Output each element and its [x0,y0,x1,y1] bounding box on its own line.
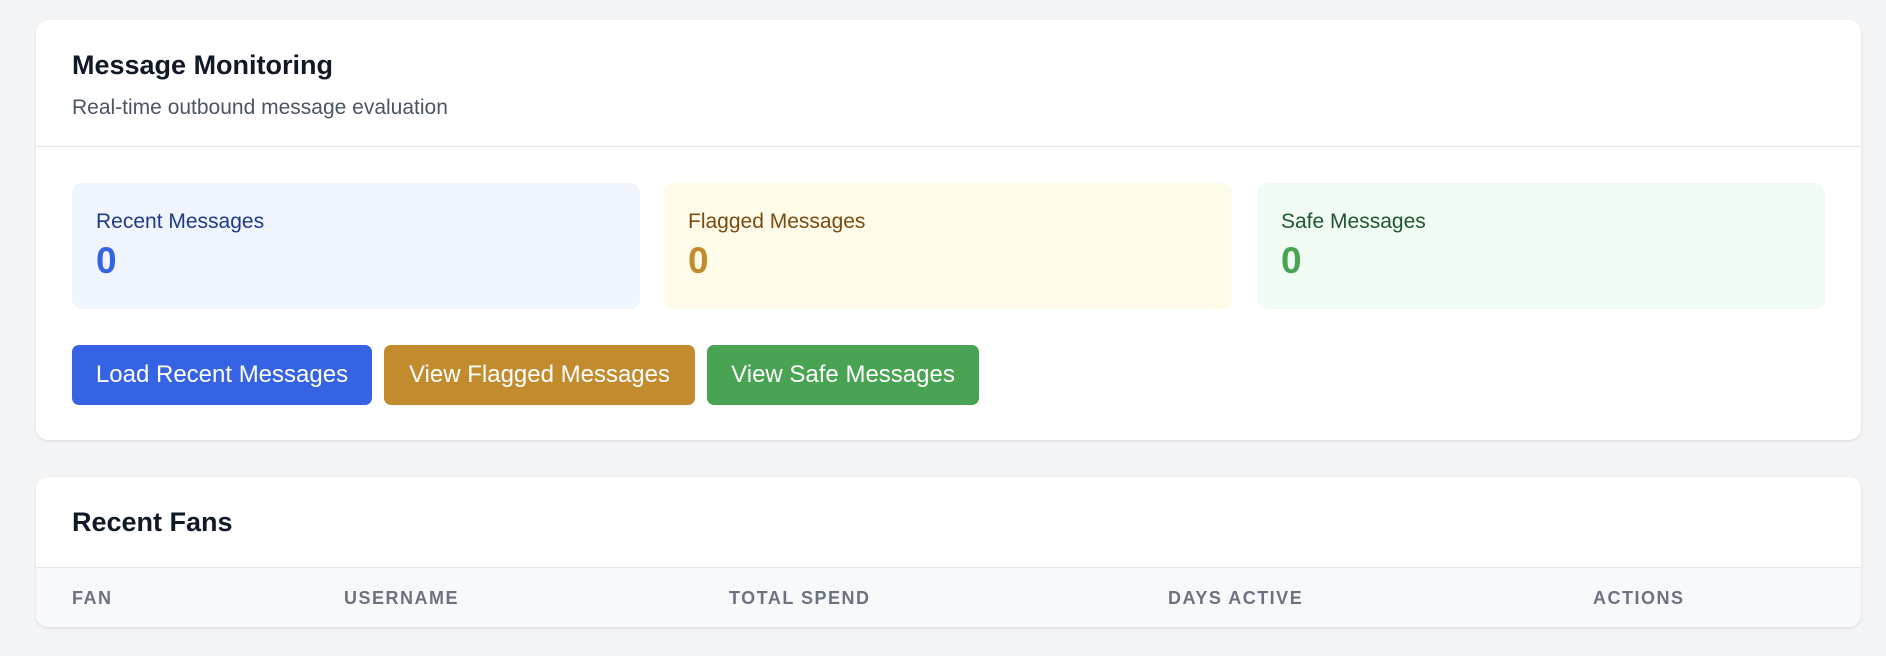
column-header-days-active: DAYS ACTIVE [1168,587,1304,608]
load-recent-messages-button[interactable]: Load Recent Messages [72,345,372,405]
stat-value: 0 [96,240,117,281]
recent-messages-stat: Recent Messages 0 [72,183,640,309]
view-safe-messages-button[interactable]: View Safe Messages [707,345,979,405]
stats-row: Recent Messages 0 Flagged Messages 0 Saf… [72,183,1825,309]
page-title: Message Monitoring [72,50,334,80]
safe-messages-stat: Safe Messages 0 [1257,183,1825,309]
page-subtitle: Real-time outbound message evaluation [72,96,448,119]
table-header-row: FAN USERNAME TOTAL SPEND DAYS ACTIVE ACT… [36,567,1861,627]
column-header-fan: FAN [72,587,113,608]
card-header: Message Monitoring Real-time outbound me… [36,20,1861,147]
column-header-username: USERNAME [344,587,460,608]
column-header-actions: ACTIONS [1593,587,1685,608]
section-title: Recent Fans [72,507,233,537]
message-monitoring-card: Message Monitoring Real-time outbound me… [36,20,1861,440]
stat-label: Safe Messages [1281,210,1426,233]
recent-fans-card: Recent Fans FAN USERNAME TOTAL SPEND DAY… [36,477,1861,627]
fans-table: FAN USERNAME TOTAL SPEND DAYS ACTIVE ACT… [36,567,1861,627]
stat-label: Flagged Messages [688,210,866,233]
stat-value: 0 [688,240,709,281]
view-flagged-messages-button[interactable]: View Flagged Messages [384,345,695,405]
stat-label: Recent Messages [96,210,265,233]
column-header-total-spend: TOTAL SPEND [729,587,871,608]
stat-value: 0 [1281,240,1302,281]
flagged-messages-stat: Flagged Messages 0 [664,183,1232,309]
